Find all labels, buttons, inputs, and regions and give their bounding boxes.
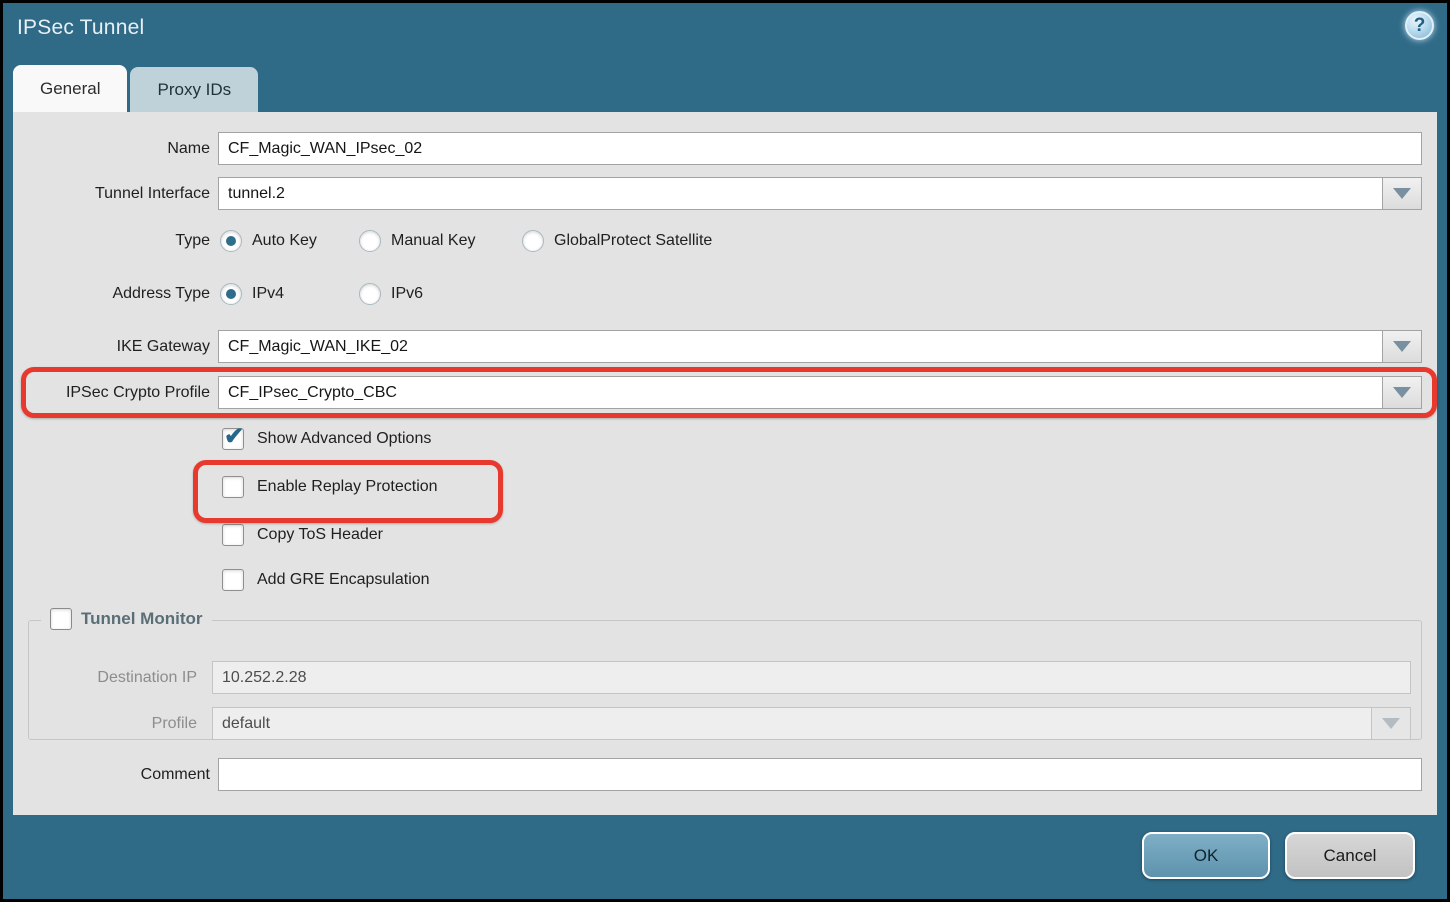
comment-input[interactable] [218, 758, 1422, 791]
show-advanced-options-row: Show Advanced Options [222, 427, 431, 451]
tunnel-interface-input[interactable] [218, 177, 1383, 210]
ike-gateway-input[interactable] [218, 330, 1383, 363]
copy-tos-header-checkbox[interactable] [222, 524, 244, 546]
show-advanced-options-checkbox[interactable] [222, 428, 244, 450]
comment-label: Comment [13, 758, 210, 791]
chevron-down-icon [1382, 718, 1400, 729]
ipsec-crypto-profile-label: IPSec Crypto Profile [13, 376, 210, 409]
radio-ipv6-label: IPv6 [391, 285, 423, 303]
cancel-button[interactable]: Cancel [1285, 832, 1415, 879]
profile-row: Profile [29, 707, 1421, 740]
tunnel-monitor-checkbox[interactable] [50, 608, 72, 630]
destination-ip-label: Destination IP [29, 661, 197, 694]
chevron-down-icon [1393, 387, 1411, 398]
radio-globalprotect-satellite[interactable] [522, 230, 544, 252]
ipsec-crypto-profile-input[interactable] [218, 376, 1383, 409]
help-icon[interactable]: ? [1405, 11, 1434, 40]
tab-bar: General Proxy IDs [13, 65, 258, 112]
enable-replay-protection-checkbox[interactable] [222, 476, 244, 498]
address-type-row: Address Type IPv4 IPv6 [13, 281, 1437, 307]
name-label: Name [13, 132, 210, 165]
ike-gateway-label: IKE Gateway [13, 330, 210, 363]
destination-ip-row: Destination IP [29, 661, 1421, 694]
name-input[interactable] [218, 132, 1422, 165]
chevron-down-icon [1393, 341, 1411, 352]
dialog-titlebar: IPSec Tunnel ? [3, 3, 1447, 65]
tab-proxy-ids[interactable]: Proxy IDs [130, 67, 258, 112]
add-gre-encapsulation-label: Add GRE Encapsulation [257, 571, 430, 589]
radio-ipv6[interactable] [359, 283, 381, 305]
radio-globalprotect-satellite-label: GlobalProtect Satellite [554, 232, 712, 250]
add-gre-encapsulation-row: Add GRE Encapsulation [222, 568, 430, 592]
tunnel-monitor-legend: Tunnel Monitor [41, 608, 212, 630]
radio-ipv4[interactable] [220, 283, 242, 305]
ike-gateway-row: IKE Gateway [13, 330, 1437, 363]
enable-replay-protection-label: Enable Replay Protection [257, 478, 438, 496]
ok-button[interactable]: OK [1142, 832, 1270, 879]
copy-tos-header-label: Copy ToS Header [257, 526, 383, 544]
general-tab-panel: Name Tunnel Interface Type Auto Key [13, 112, 1437, 815]
type-label: Type [13, 228, 210, 254]
ipsec-crypto-profile-dropdown-button[interactable] [1382, 376, 1422, 409]
type-row: Type Auto Key Manual Key GlobalProtect S… [13, 228, 1437, 254]
radio-manual-key[interactable] [359, 230, 381, 252]
address-type-label: Address Type [13, 281, 210, 307]
profile-dropdown-button [1371, 707, 1411, 740]
show-advanced-options-label: Show Advanced Options [257, 430, 431, 448]
ipsec-tunnel-dialog: IPSec Tunnel ? General Proxy IDs Name Tu… [3, 3, 1447, 899]
profile-input [212, 707, 1372, 740]
copy-tos-header-row: Copy ToS Header [222, 523, 383, 547]
tunnel-interface-label: Tunnel Interface [13, 177, 210, 210]
ike-gateway-dropdown-button[interactable] [1382, 330, 1422, 363]
chevron-down-icon [1393, 188, 1411, 199]
enable-replay-protection-row: Enable Replay Protection [222, 475, 438, 499]
destination-ip-input [212, 661, 1411, 694]
radio-auto-key[interactable] [220, 230, 242, 252]
comment-row: Comment [13, 758, 1437, 791]
profile-label: Profile [29, 707, 197, 740]
tunnel-monitor-label: Tunnel Monitor [81, 609, 203, 629]
radio-ipv4-label: IPv4 [252, 285, 284, 303]
dialog-footer: OK Cancel [3, 815, 1447, 899]
tunnel-monitor-fieldset: Tunnel Monitor Destination IP Profile [28, 620, 1422, 740]
page-title: IPSec Tunnel [17, 16, 144, 40]
radio-auto-key-label: Auto Key [252, 232, 317, 250]
ipsec-crypto-profile-row: IPSec Crypto Profile [13, 376, 1437, 409]
radio-manual-key-label: Manual Key [391, 232, 476, 250]
tunnel-interface-dropdown-button[interactable] [1382, 177, 1422, 210]
tunnel-interface-row: Tunnel Interface [13, 177, 1437, 210]
add-gre-encapsulation-checkbox[interactable] [222, 569, 244, 591]
tab-general[interactable]: General [13, 65, 127, 112]
name-row: Name [13, 132, 1437, 165]
